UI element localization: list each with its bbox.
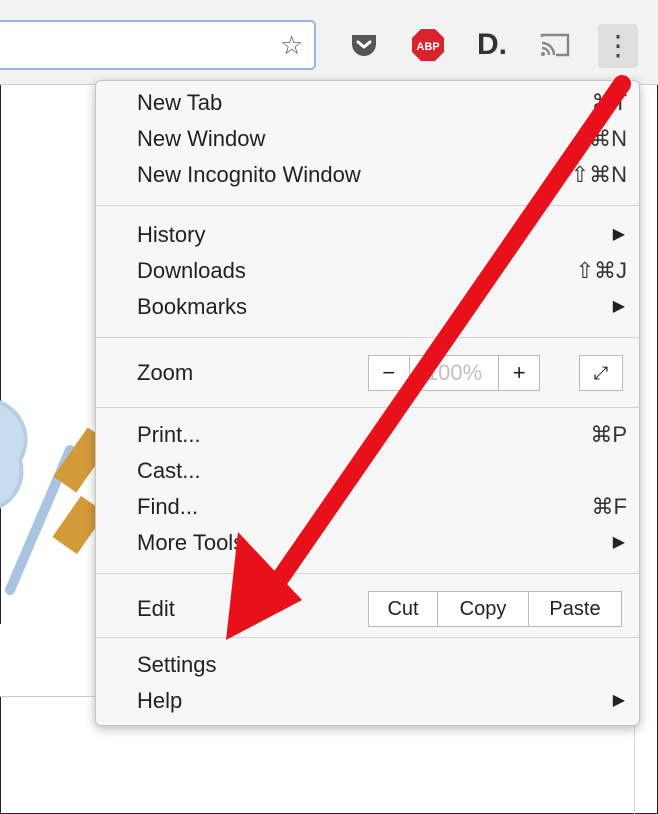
submenu-arrow-icon: ▶: [612, 692, 625, 709]
menu-item-label: Help: [137, 688, 183, 713]
menu-row-zoom: Zoom − 100% + ⤢: [96, 343, 641, 403]
menu-item-label: Downloads: [137, 258, 246, 283]
menu-separator: [96, 205, 639, 206]
menu-item-label: Print...: [137, 422, 201, 447]
cut-button[interactable]: Cut: [369, 592, 438, 626]
chrome-main-menu: New Tab ⌘T New Window ⌘N New Incognito W…: [95, 80, 640, 726]
zoom-control: − 100% +: [368, 355, 540, 391]
d-extension-icon[interactable]: D.: [470, 28, 514, 62]
paste-button[interactable]: Paste: [529, 592, 621, 626]
menu-item-history[interactable]: History ▶: [96, 217, 641, 253]
menu-item-label: Zoom: [137, 360, 194, 385]
submenu-arrow-icon: ▶: [612, 298, 625, 315]
doodle-illustration: [0, 400, 110, 595]
menu-separator: [96, 573, 639, 574]
menu-separator: [96, 407, 639, 408]
submenu-arrow-icon: ▶: [612, 534, 625, 551]
svg-text:ABP: ABP: [416, 41, 439, 53]
menu-item-shortcut: ⌘F: [591, 494, 627, 519]
menu-item-label: Bookmarks: [137, 294, 248, 319]
fullscreen-icon[interactable]: ⤢: [579, 355, 623, 391]
menu-item-shortcut: ⌘P: [590, 422, 627, 447]
bookmark-star-icon[interactable]: ☆: [280, 30, 303, 61]
menu-item-label: New Tab: [137, 90, 223, 115]
menu-item-label: New Window: [137, 126, 266, 151]
cast-icon[interactable]: [536, 28, 574, 62]
kebab-menu-icon[interactable]: ⋮: [598, 24, 638, 68]
menu-item-label: New Incognito Window: [137, 162, 361, 187]
d-extension-label: D.: [477, 28, 507, 61]
submenu-arrow-icon: ▶: [612, 226, 625, 243]
menu-item-new-window[interactable]: New Window ⌘N: [96, 121, 641, 157]
menu-item-more-tools[interactable]: More Tools ▶: [96, 525, 641, 561]
address-bar[interactable]: [0, 20, 316, 70]
menu-item-label: Find...: [137, 494, 199, 519]
edit-controls: Cut Copy Paste: [368, 591, 622, 627]
zoom-in-button[interactable]: +: [498, 356, 539, 390]
menu-item-shortcut: ⌘T: [591, 90, 627, 115]
browser-toolbar: ☆ ABP D. ⋮: [0, 0, 658, 85]
menu-item-print[interactable]: Print... ⌘P: [96, 417, 641, 453]
menu-item-label: History: [137, 222, 206, 247]
menu-button-glyph: ⋮: [604, 30, 632, 61]
menu-item-shortcut: ⌘N: [589, 126, 627, 151]
zoom-level: 100%: [425, 360, 483, 385]
menu-separator: [96, 637, 639, 638]
menu-item-shortcut: ⇧⌘J: [575, 258, 627, 283]
menu-item-help[interactable]: Help ▶: [96, 683, 641, 719]
menu-item-new-tab[interactable]: New Tab ⌘T: [96, 85, 641, 121]
menu-separator: [96, 337, 639, 338]
menu-item-find[interactable]: Find... ⌘F: [96, 489, 641, 525]
menu-item-bookmarks[interactable]: Bookmarks ▶: [96, 289, 641, 325]
copy-button[interactable]: Copy: [438, 592, 529, 626]
menu-item-settings[interactable]: Settings: [96, 647, 641, 683]
menu-row-edit: Edit Cut Copy Paste: [96, 581, 641, 637]
menu-item-label: Edit: [137, 596, 175, 621]
menu-item-shortcut: ⇧⌘N: [570, 162, 627, 187]
menu-item-cast[interactable]: Cast...: [96, 453, 641, 489]
menu-item-downloads[interactable]: Downloads ⇧⌘J: [96, 253, 641, 289]
menu-item-new-incognito-window[interactable]: New Incognito Window ⇧⌘N: [96, 157, 641, 193]
zoom-out-button[interactable]: −: [369, 356, 410, 390]
menu-item-label: Settings: [137, 652, 217, 677]
pocket-icon[interactable]: [346, 28, 382, 62]
menu-item-label: Cast...: [137, 458, 201, 483]
menu-item-label: More Tools: [137, 530, 245, 555]
adblock-plus-icon[interactable]: ABP: [408, 28, 448, 62]
